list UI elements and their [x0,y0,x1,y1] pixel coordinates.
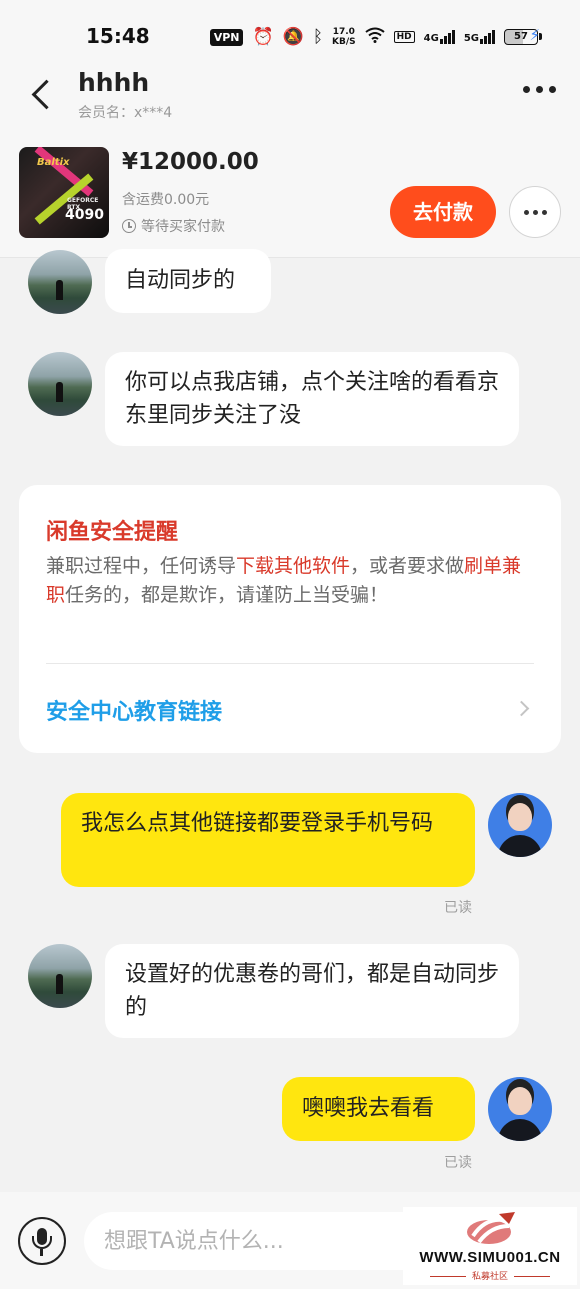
safety-text: 任务的，都是欺诈，请谨防上当受骗！ [65,584,389,606]
bluetooth-icon: ᛒ [312,26,324,47]
network-speed-unit: KB/S [332,37,356,47]
contact-name: hhhh [78,68,150,97]
safety-title: 闲鱼安全提醒 [46,520,179,545]
safety-reminder-card: 闲鱼安全提醒 兼职过程中，任何诱导下载其他软件，或者要求做刷单兼职任务的，都是欺… [19,485,561,753]
mute-icon: 🔕 [282,26,304,47]
watermark: WWW.SIMU001.CN 私募社区 [403,1207,577,1285]
hd-icon: HD [393,31,415,43]
signal-4g: 4G [424,30,455,44]
divider [46,663,534,664]
shipping-fee: 含运费0.00元 [122,192,210,208]
chevron-right-icon[interactable] [513,700,530,717]
product-price: ¥12000.00 [122,149,259,175]
safety-highlight-download: 下载其他软件 [236,555,351,577]
message-bubble-outgoing[interactable]: 噢噢我去看看 [282,1077,475,1141]
alarm-icon: ⏰ [252,26,274,47]
card-more-button[interactable] [509,186,561,238]
watermark-site: WWW.SIMU001.CN [419,1249,561,1266]
network-speed-value: 17.0 [332,27,355,37]
microphone-stem [40,1249,43,1256]
safety-center-link[interactable]: 安全中心教育链接 [46,694,222,726]
seller-avatar[interactable] [28,944,92,1008]
message-bubble-outgoing[interactable]: 我怎么点其他链接都要登录手机号码 [61,793,475,887]
charging-icon: ⚡ [529,26,540,44]
status-bar: 15:48 VPN ⏰ 🔕 ᛒ 17.0 KB/S HD 4G 5G 57 ⚡ [0,0,580,62]
message-bubble-incoming[interactable]: 你可以点我店铺，点个关注啥的看看京东里同步关注了没 [105,352,519,446]
read-receipt: 已读 [444,900,472,916]
order-status: 等待买家付款 [122,216,225,236]
network-speed: 17.0 KB/S [332,27,356,47]
member-name: 会员名：x***4 [78,105,173,121]
safety-body: 兼职过程中，任何诱导下载其他软件，或者要求做刷单兼职任务的，都是欺诈，请谨防上当… [46,552,536,610]
signal-5g: 5G [464,30,495,44]
battery-level: 57 [514,31,528,42]
safety-text: ，或者要求做 [350,555,465,577]
wifi-icon [365,27,385,47]
thumb-stripe-pink [34,147,94,197]
back-icon[interactable] [28,76,54,110]
watermark-subtitle: 私募社区 [403,1269,577,1282]
message-bubble-incoming[interactable]: 自动同步的 [105,249,271,313]
thumb-brand: Baltix [37,157,70,168]
seller-avatar[interactable] [28,352,92,416]
more-options-icon[interactable] [523,86,556,93]
pay-button[interactable]: 去付款 [390,186,496,238]
signal-bars-icon [480,30,495,44]
order-status-text: 等待买家付款 [141,219,225,235]
my-avatar[interactable] [488,793,552,857]
signal-bars-icon [439,30,455,44]
safety-text: 兼职过程中，任何诱导 [46,555,237,577]
status-time: 15:48 [86,24,150,48]
chat-header: hhhh 会员名：x***4 [0,62,580,130]
my-avatar[interactable] [488,1077,552,1141]
clock-icon [122,219,136,233]
watermark-logo-icon [467,1212,515,1244]
status-icons: VPN ⏰ 🔕 ᛒ 17.0 KB/S HD 4G 5G 57 [209,24,542,50]
microphone-arc [32,1236,52,1249]
signal-5g-label: 5G [463,33,479,44]
vpn-icon: VPN [209,28,244,46]
product-card[interactable]: Baltix GEFORCE RTX 4090 ¥12000.00 含运费0.0… [0,130,580,258]
voice-input-button[interactable] [18,1217,66,1265]
read-receipt: 已读 [444,1155,472,1171]
thumb-model: 4090 [65,207,104,223]
message-bubble-incoming[interactable]: 设置好的优惠卷的哥们，都是自动同步的 [105,944,519,1038]
signal-4g-label: 4G [423,33,439,44]
seller-avatar[interactable] [28,250,92,314]
product-thumbnail[interactable]: Baltix GEFORCE RTX 4090 [19,147,109,238]
